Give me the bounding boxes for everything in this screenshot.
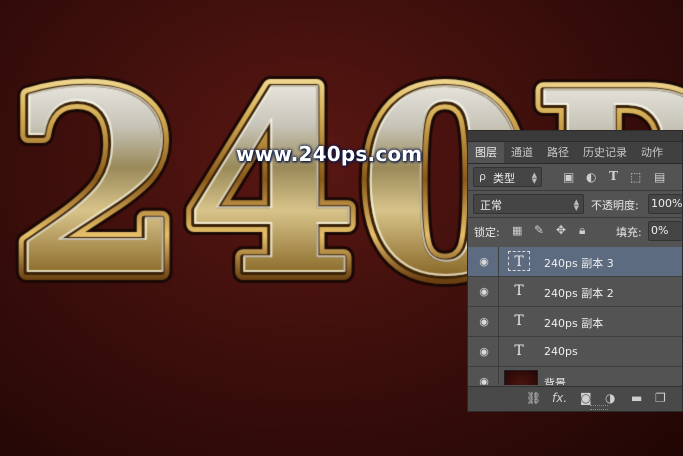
blend-mode-select[interactable]: 正常 ▲ ▼ — [473, 194, 584, 214]
eye-visibility-icon[interactable]: ◉ — [477, 255, 491, 268]
layer-row-240ps[interactable]: ◉ T 240ps — [468, 337, 682, 367]
lock-all-icon[interactable]: 🔒︎ — [579, 223, 585, 237]
panel-title-strip[interactable] — [468, 131, 682, 142]
filter-kind-label: 类型 — [493, 172, 515, 185]
lock-pixels-brush-icon[interactable]: ✎ — [534, 223, 544, 237]
fill-input[interactable]: 0% — [648, 221, 682, 241]
lock-row: 锁定: ▦ ✎ ✥ 🔒︎ 填充: 0% — [468, 218, 682, 244]
tab-actions[interactable]: 动作 — [634, 142, 670, 163]
tab-channels[interactable]: 通道 — [504, 142, 540, 163]
layer-name[interactable]: 240ps 副本 — [544, 315, 603, 331]
text-layer-thumbnail: T — [514, 313, 524, 329]
opacity-input[interactable]: 100% — [648, 194, 682, 214]
dropdown-arrows-icon: ▲ ▼ — [573, 198, 579, 212]
watermark-url: www.240ps.com — [236, 142, 423, 166]
shape-filter-icon[interactable]: ⬚ — [630, 170, 641, 184]
text-layer-thumbnail: T — [514, 283, 524, 299]
adjustment-filter-icon[interactable]: ◐ — [586, 170, 596, 184]
image-filter-icon[interactable]: ▣ — [563, 170, 574, 184]
dropdown-arrows-icon: ▲ ▼ — [531, 171, 537, 185]
opacity-label: 不透明度: — [591, 199, 639, 212]
text-layer-thumbnail: T — [508, 251, 530, 271]
fill-label: 填充: — [616, 226, 642, 239]
filter-kind-select[interactable]: ρ 类型 ▲ ▼ — [473, 167, 542, 187]
lock-transparency-icon[interactable]: ▦ — [512, 224, 522, 238]
new-group-folder-icon[interactable]: ▬ — [631, 391, 642, 405]
tab-history[interactable]: 历史记录 — [576, 142, 634, 163]
smart-object-filter-icon[interactable]: ▤ — [654, 170, 665, 184]
layers-panel: 图层 通道 路径 历史记录 动作 ρ 类型 ▲ ▼ ▣ ◐ T ⬚ ▤ 正常 ▲ ▼… — [467, 130, 683, 412]
adjustment-layer-icon[interactable]: ◑ — [605, 391, 615, 405]
type-filter-icon[interactable]: T — [609, 169, 618, 183]
fill-value: 0% — [651, 224, 669, 237]
eye-visibility-icon[interactable]: ◉ — [477, 375, 491, 385]
layer-row-240ps-copy-3[interactable]: ◉ T 240ps 副本 3 — [468, 247, 682, 277]
opacity-value: 100% — [651, 197, 683, 210]
lock-label: 锁定: — [474, 226, 500, 239]
filter-row: ρ 类型 ▲ ▼ ▣ ◐ T ⬚ ▤ — [468, 164, 682, 190]
layer-row-240ps-copy[interactable]: ◉ T 240ps 副本 — [468, 307, 682, 337]
layer-name[interactable]: 240ps 副本 3 — [544, 255, 614, 271]
panel-tabs: 图层 通道 路径 历史记录 动作 — [468, 142, 682, 164]
layers-list: ◉ T 240ps 副本 3 ◉ T 240ps 副本 2 ◉ T 240ps … — [468, 247, 682, 385]
lock-position-move-icon[interactable]: ✥ — [556, 223, 566, 237]
eye-visibility-icon[interactable]: ◉ — [477, 345, 491, 358]
eye-visibility-icon[interactable]: ◉ — [477, 285, 491, 298]
layer-row-240ps-copy-2[interactable]: ◉ T 240ps 副本 2 — [468, 277, 682, 307]
layer-name[interactable]: 240ps 副本 2 — [544, 285, 614, 301]
layer-name[interactable]: 240ps — [544, 345, 578, 358]
tab-paths[interactable]: 路径 — [540, 142, 576, 163]
background-layer-thumbnail — [504, 370, 538, 385]
link-layers-icon[interactable]: ⛓︎ — [526, 391, 541, 405]
layers-panel-footer: ⛓︎ fx. ◙ ◑ ▬ ❐ — [468, 386, 682, 411]
resize-grip[interactable] — [590, 405, 608, 410]
layer-name[interactable]: 背景 — [544, 375, 566, 385]
add-mask-icon[interactable]: ◙ — [580, 391, 592, 405]
blend-mode-value: 正常 — [480, 199, 502, 212]
eye-visibility-icon[interactable]: ◉ — [477, 315, 491, 328]
new-layer-icon[interactable]: ❐ — [655, 391, 666, 405]
tab-layers[interactable]: 图层 — [468, 142, 504, 163]
blend-row: 正常 ▲ ▼ 不透明度: 100% — [468, 191, 682, 217]
text-layer-thumbnail: T — [514, 343, 524, 359]
search-icon: ρ — [479, 170, 486, 183]
layer-row-background[interactable]: ◉ 背景 — [468, 367, 682, 385]
fx-effects-button[interactable]: fx. — [552, 391, 567, 405]
